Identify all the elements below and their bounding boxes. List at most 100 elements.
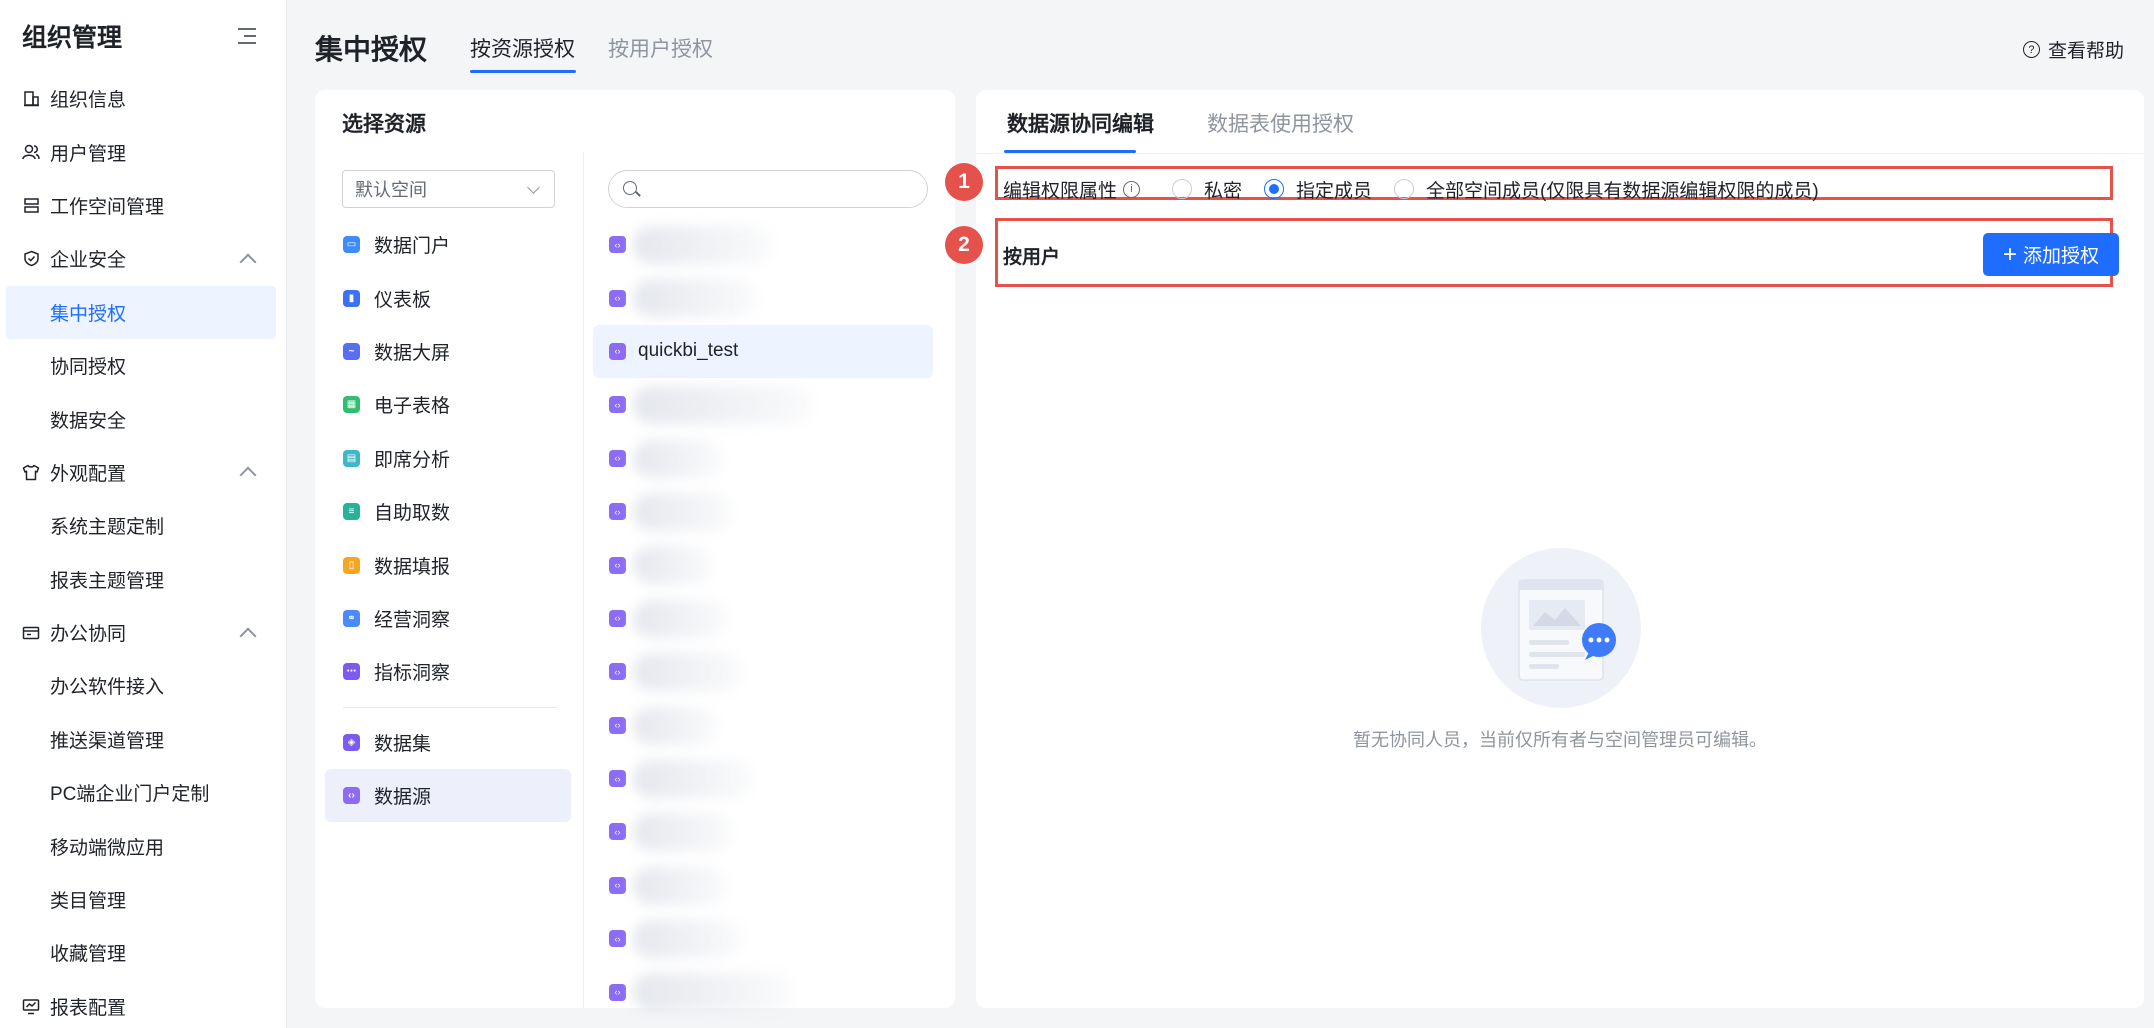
sidebar-item-label: 报表主题管理 — [50, 570, 165, 592]
blurred-name — [633, 439, 723, 478]
sidebar-item-label: PC端企业门户定制 — [50, 784, 210, 806]
resource-type-dashboard[interactable]: ▮ 仪表板 — [325, 271, 571, 324]
blurred-name — [633, 653, 743, 692]
datasource-item[interactable]: ‹› — [593, 912, 933, 965]
edit-permission-label: 编辑权限属性 — [1003, 180, 1118, 202]
resource-type-label: 数据大屏 — [374, 342, 451, 364]
empty-state-text: 暂无协同人员，当前仅所有者与空间管理员可编辑。 — [1353, 730, 1767, 750]
resource-type-portal[interactable]: ▭ 数据门户 — [325, 218, 571, 271]
sidebar-group-enterprise-security[interactable]: 企业安全 — [0, 232, 286, 285]
blurred-name — [633, 866, 728, 905]
datasource-item[interactable]: ‹› — [593, 699, 933, 752]
resource-type-list: ▭ 数据门户 ▮ 仪表板 ~ 数据大屏 ▦ 电子表格 ▤ 即席分析 ≡ 自助取数 ▯ 数据填报… — [325, 218, 571, 823]
resource-type-dataset[interactable]: ◈ 数据集 — [325, 716, 571, 769]
empty-state-illustration — [1481, 548, 1641, 708]
resource-type-label: 数据门户 — [374, 236, 451, 258]
datasource-search-input[interactable] — [608, 170, 928, 208]
space-select[interactable]: 默认空间 — [342, 170, 555, 208]
resource-type-data-fill[interactable]: ▯ 数据填报 — [325, 538, 571, 591]
datasource-item-selected[interactable]: ‹› quickbi_test — [593, 324, 933, 379]
sidebar-item-favorites-management[interactable]: 收藏管理 — [0, 926, 286, 979]
resource-type-self-service[interactable]: ≡ 自助取数 — [325, 485, 571, 538]
datasource-icon: ‹› — [609, 930, 626, 948]
tab-datasource-co-edit[interactable]: 数据源协同编辑 — [1007, 108, 1154, 138]
sidebar-item-collaborative-authorization[interactable]: 协同授权 — [0, 339, 286, 392]
datasource-item[interactable]: ‹› — [593, 592, 933, 645]
sidebar-item-label: 外观配置 — [50, 463, 127, 485]
sidebar-item-pc-portal[interactable]: PC端企业门户定制 — [0, 766, 286, 819]
portal-icon: ▭ — [343, 236, 360, 254]
resource-type-big-screen[interactable]: ~ 数据大屏 — [325, 325, 571, 378]
collapse-menu-icon[interactable] — [238, 25, 260, 47]
help-link[interactable]: ? 查看帮助 — [2022, 36, 2124, 63]
radio-all-members[interactable]: 全部空间成员(仅限具有数据源编辑权限的成员) — [1394, 176, 1819, 203]
datasource-item[interactable]: ‹› — [593, 859, 933, 912]
dataset-icon: ◈ — [343, 733, 360, 751]
resource-type-spreadsheet[interactable]: ▦ 电子表格 — [325, 378, 571, 431]
resource-type-adhoc-analysis[interactable]: ▤ 即席分析 — [325, 432, 571, 485]
form-icon: ▯ — [343, 556, 360, 574]
annotation-badge-1: 1 — [945, 163, 983, 201]
datasource-item[interactable]: ‹› — [593, 271, 933, 324]
datasource-item[interactable]: ‹› — [593, 485, 933, 538]
datasource-item[interactable]: ‹› — [593, 752, 933, 805]
chevron-up-icon — [239, 466, 257, 484]
datasource-icon: ‹› — [609, 396, 626, 414]
sidebar-item-mobile-app[interactable]: 移动端微应用 — [0, 819, 286, 872]
datasource-item[interactable]: ‹› — [593, 645, 933, 698]
sidebar-item-label: 协同授权 — [50, 357, 127, 379]
dashboard-icon: ▮ — [343, 289, 360, 307]
resource-type-label: 自助取数 — [374, 503, 451, 525]
resource-type-label: 数据集 — [374, 733, 432, 755]
add-authorization-label: 添加授权 — [2023, 246, 2100, 267]
resource-type-label: 电子表格 — [374, 396, 451, 418]
by-user-label: 按用户 — [1003, 247, 1061, 268]
resource-type-business-insight[interactable]: ⚭ 经营洞察 — [325, 592, 571, 645]
sidebar-item-push-channel[interactable]: 推送渠道管理 — [0, 713, 286, 766]
radio-specified-members[interactable]: 指定成员 — [1264, 176, 1372, 203]
datasource-icon: ‹› — [609, 556, 626, 574]
sidebar-item-office-software[interactable]: 办公软件接入 — [0, 659, 286, 712]
sidebar-item-workspace-management[interactable]: 工作空间管理 — [0, 179, 286, 232]
sidebar-group-appearance[interactable]: 外观配置 — [0, 446, 286, 499]
resource-type-metric-insight[interactable]: ⋯ 指标洞察 — [325, 645, 571, 698]
sidebar-item-label: 数据安全 — [50, 410, 127, 432]
datasource-item[interactable]: ‹› — [593, 218, 933, 271]
datasource-name: quickbi_test — [638, 340, 739, 362]
datasource-item[interactable]: ‹› — [593, 432, 933, 485]
sidebar-item-system-theme[interactable]: 系统主题定制 — [0, 499, 286, 552]
datasource-item[interactable]: ‹› — [593, 965, 933, 1018]
sidebar-item-org-info[interactable]: 组织信息 — [0, 72, 286, 125]
blurred-name — [633, 386, 813, 425]
resource-panel-title: 选择资源 — [342, 113, 426, 136]
spreadsheet-icon: ▦ — [343, 396, 360, 414]
datasource-item[interactable]: ‹› — [593, 378, 933, 431]
sidebar-group-report-config[interactable]: 报表配置 — [0, 980, 286, 1028]
sidebar-item-report-theme[interactable]: 报表主题管理 — [0, 553, 286, 606]
datasource-icon: ‹› — [609, 663, 626, 681]
sidebar-item-label: 收藏管理 — [50, 944, 127, 966]
sidebar-item-central-authorization[interactable]: 集中授权 — [6, 285, 276, 339]
datasource-item[interactable]: ‹› — [593, 538, 933, 591]
insight-icon: ⚭ — [343, 609, 360, 627]
sidebar-item-category-management[interactable]: 类目管理 — [0, 873, 286, 926]
radio-circle — [1394, 179, 1415, 199]
tab-by-resource[interactable]: 按资源授权 — [470, 33, 575, 63]
radio-private[interactable]: 私密 — [1172, 176, 1242, 203]
sidebar-item-user-management[interactable]: 用户管理 — [0, 125, 286, 178]
tab-by-user[interactable]: 按用户授权 — [608, 33, 713, 63]
sidebar-item-label: 企业安全 — [50, 250, 127, 272]
info-icon[interactable]: i — [1123, 180, 1141, 198]
blurred-name — [633, 759, 753, 798]
sidebar-item-data-security[interactable]: 数据安全 — [0, 392, 286, 445]
add-authorization-button[interactable]: + 添加授权 — [1983, 233, 2119, 276]
tab-datatable-usage[interactable]: 数据表使用授权 — [1207, 108, 1354, 138]
datasource-item[interactable]: ‹› — [593, 805, 933, 858]
help-label: 查看帮助 — [2047, 41, 2124, 62]
blurred-name — [633, 492, 733, 531]
sidebar-group-office-collaboration[interactable]: 办公协同 — [0, 606, 286, 659]
resource-type-datasource[interactable]: ‹› 数据源 — [325, 768, 571, 823]
sidebar-header: 组织管理 — [0, 0, 286, 72]
radio-circle-selected — [1264, 179, 1285, 199]
blurred-name — [633, 599, 728, 638]
